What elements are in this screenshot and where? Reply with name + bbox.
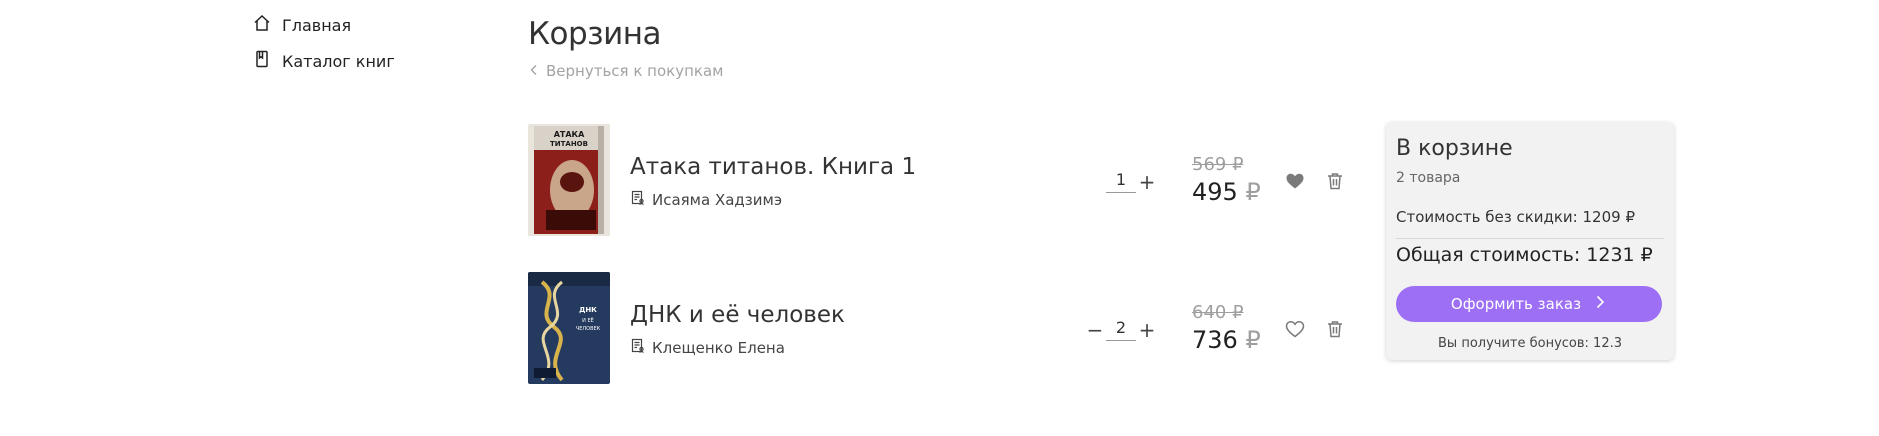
heart-outline-icon [1284, 321, 1306, 344]
trash-icon [1324, 173, 1346, 196]
price-value: 495 [1192, 178, 1238, 206]
checkout-button[interactable]: Оформить заказ [1396, 286, 1662, 322]
summary-divider [1396, 238, 1664, 239]
currency-symbol: ₽ [1245, 178, 1261, 206]
book-cover-image[interactable]: ДНК И ЕЁ ЧЕЛОВЕК [528, 272, 610, 384]
checkout-label: Оформить заказ [1450, 295, 1582, 313]
svg-text:АТАКА: АТАКА [554, 130, 585, 139]
author-name: Клещенко Елена [652, 339, 785, 357]
price-without-discount: Стоимость без скидки: 1209 ₽ [1396, 208, 1635, 226]
chevron-right-icon [1581, 295, 1607, 313]
trash-icon [1324, 321, 1346, 344]
summary-item-count: 2 товара [1396, 170, 1461, 186]
author-name: Исаяма Хадзимэ [652, 191, 783, 209]
book-icon [252, 49, 282, 73]
home-icon [252, 13, 282, 37]
svg-text:ЧЕЛОВЕК: ЧЕЛОВЕК [576, 326, 601, 332]
delete-button[interactable] [1324, 318, 1346, 340]
quantity-stepper: − 2 + [1084, 318, 1158, 342]
book-cover-image[interactable]: АТАКА ТИТАНОВ [528, 124, 610, 236]
favorite-button[interactable] [1284, 170, 1306, 192]
heart-filled-icon [1284, 173, 1306, 196]
new-price: 736 ₽ [1192, 326, 1261, 354]
quantity-value[interactable]: 2 [1106, 318, 1136, 341]
sidebar-item-label: Каталог книг [282, 51, 395, 71]
increment-button[interactable]: + [1136, 170, 1158, 194]
decrement-button[interactable]: − [1084, 318, 1106, 342]
sidebar-item-label: Главная [282, 15, 352, 35]
favorite-button[interactable] [1284, 318, 1306, 340]
price-value: 736 [1192, 326, 1238, 354]
cart-item: АТАКА ТИТАНОВ Атака титанов. Книга 1 Иса… [528, 124, 1358, 244]
author-icon [630, 338, 652, 358]
back-to-shopping-link[interactable]: Вернуться к покупкам [528, 62, 723, 80]
quantity-value[interactable]: 1 [1106, 170, 1136, 193]
svg-text:ДНК: ДНК [579, 306, 597, 314]
item-author: Исаяма Хадзимэ [630, 190, 782, 210]
increment-button[interactable]: + [1136, 318, 1158, 342]
chevron-left-icon [528, 62, 546, 80]
back-link-label: Вернуться к покупкам [546, 62, 724, 80]
old-price: 569 ₽ [1192, 154, 1244, 175]
sidebar-item-home[interactable]: Главная [252, 14, 395, 36]
currency-symbol: ₽ [1245, 326, 1261, 354]
sidebar-item-catalog[interactable]: Каталог книг [252, 50, 395, 72]
item-title[interactable]: Атака титанов. Книга 1 [630, 154, 916, 180]
cart-item: ДНК И ЕЁ ЧЕЛОВЕК ДНК и её человек Клещен… [528, 272, 1358, 392]
delete-button[interactable] [1324, 170, 1346, 192]
svg-text:ТИТАНОВ: ТИТАНОВ [550, 140, 588, 148]
order-summary-panel: В корзине 2 товара Стоимость без скидки:… [1386, 122, 1674, 360]
quantity-stepper: 1 + [1084, 170, 1158, 194]
item-author: Клещенко Елена [630, 338, 785, 358]
sidebar: Главная Каталог книг [252, 14, 395, 86]
new-price: 495 ₽ [1192, 178, 1261, 206]
bonus-info: Вы получите бонусов: 12.3 [1438, 336, 1622, 351]
total-price: Общая стоимость: 1231 ₽ [1396, 244, 1653, 266]
page-title: Корзина [528, 16, 662, 52]
item-title[interactable]: ДНК и её человек [630, 302, 845, 328]
old-price: 640 ₽ [1192, 302, 1244, 323]
svg-text:И ЕЁ: И ЕЁ [582, 317, 594, 324]
author-icon [630, 190, 652, 210]
summary-title: В корзине [1396, 136, 1513, 161]
